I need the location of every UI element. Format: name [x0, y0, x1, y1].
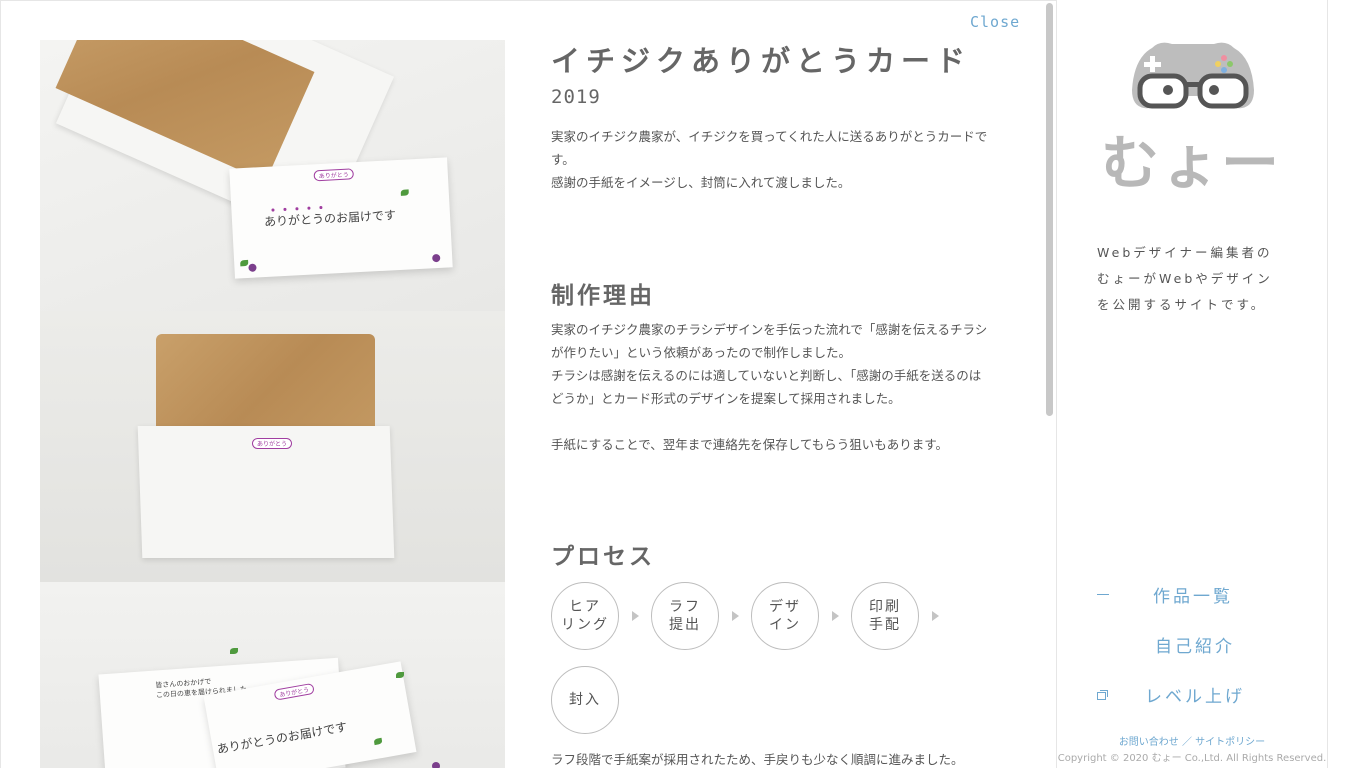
grape-illustration — [432, 253, 441, 263]
thank-you-card: ありがとう ありがとうのお届けです — [229, 157, 453, 279]
work-year: 2019 — [551, 86, 601, 108]
photo-envelope: ありがとう — [40, 311, 505, 582]
reason-heading: 制作理由 — [551, 283, 655, 309]
reason-text: 実家のイチジク農家のチラシデザインを手伝った流れで「感謝を伝えるチラシ が作りた… — [551, 318, 1021, 456]
leaf-illustration — [396, 672, 404, 678]
nav-item-level-up[interactable]: レベル上げ — [1097, 682, 1297, 708]
envelope-tag: ありがとう — [252, 438, 293, 449]
tagline-line: を公開するサイトです。 — [1097, 297, 1267, 312]
card-message: ありがとうのお届けです — [215, 719, 349, 757]
process-step-printing: 印刷 手配 — [851, 582, 919, 650]
card-dot — [295, 207, 299, 211]
reason-line: が作りたい」という依頼があったので制作しました。 — [551, 345, 852, 360]
card-dot — [319, 205, 323, 210]
intro-line: 感謝の手紙をイメージし、封筒に入れて渡しました。 — [551, 175, 851, 190]
process-step-design: デザ イン — [751, 582, 819, 650]
nav-label: 自己紹介 — [1155, 637, 1235, 657]
process-heading: プロセス — [551, 544, 655, 570]
photo-gallery: ありがとう ありがとうのお届けです ありがとう 皆さんのおかげで この日の恵を届… — [40, 40, 505, 768]
card-dot — [283, 207, 287, 211]
reason-line — [551, 410, 1021, 433]
reason-line: 実家のイチジク農家のチラシデザインを手伝った流れで「感謝を伝えるチラシ — [551, 322, 988, 337]
intro-line: す。 — [551, 152, 575, 167]
step-label: 印刷 手配 — [869, 599, 901, 633]
process-step-enclose: 封入 — [551, 666, 619, 734]
copyright: Copyright © 2020 むょー Co.,Ltd. All Rights… — [1057, 753, 1327, 764]
leaf-illustration — [400, 189, 409, 196]
reason-line: チラシは感謝を伝えるのには適していないと判断し、「感謝の手紙を送るのは — [551, 368, 982, 383]
leaf-illustration — [373, 737, 383, 746]
tagline-line: Webデザイナー編集者の — [1097, 245, 1273, 260]
process-step-rough: ラフ 提出 — [651, 582, 719, 650]
intro-line: 実家のイチジク農家が、イチジクを買ってくれた人に送るありがとうカードで — [551, 129, 988, 144]
site-tagline: Webデザイナー編集者の むょーがWebやデザイン を公開するサイトです。 — [1097, 240, 1297, 318]
nav-item-profile[interactable]: 自己紹介 — [1097, 632, 1297, 658]
card-tag: ありがとう — [273, 682, 315, 701]
step-label: ヒア リング — [561, 599, 609, 633]
nav-item-works[interactable]: 作品一覧 — [1097, 582, 1297, 608]
leaf-illustration — [230, 648, 238, 654]
work-title: イチジクありがとうカード — [551, 44, 972, 78]
dash-icon — [1097, 594, 1109, 595]
process-arrow — [632, 611, 639, 621]
process-step-hearing: ヒア リング — [551, 582, 619, 650]
work-intro: 実家のイチジク農家が、イチジクを買ってくれた人に送るありがとうカードで す。 感… — [551, 125, 1021, 194]
mascot-logo-icon[interactable] — [1130, 40, 1256, 120]
close-button[interactable]: Close — [970, 13, 1020, 31]
leaf-illustration — [240, 259, 249, 267]
scrollbar[interactable] — [1044, 0, 1056, 768]
scrollbar-thumb[interactable] — [1046, 3, 1053, 416]
card-dot — [307, 206, 311, 210]
nav-label: レベル上げ — [1145, 687, 1245, 707]
window-icon — [1097, 690, 1108, 700]
reason-line: どうか」とカード形式のデザインを提案して採用されました。 — [551, 391, 901, 406]
step-label: 封入 — [569, 692, 601, 708]
tagline-line: むょーがWebやデザイン — [1097, 271, 1273, 286]
sidebar: むょー Webデザイナー編集者の むょーがWebやデザイン を公開するサイトです… — [1056, 0, 1328, 768]
process-arrow — [832, 611, 839, 621]
reason-line: 手紙にすることで、翌年まで連絡先を保存してもらう狙いもあります。 — [551, 437, 949, 452]
step-label: ラフ 提出 — [669, 599, 701, 633]
card-tag: ありがとう — [313, 168, 355, 182]
step-label: デザ イン — [769, 599, 801, 633]
card-dot — [271, 208, 275, 212]
process-arrow — [732, 611, 739, 621]
photo-card-with-envelope: ありがとう ありがとうのお届けです — [40, 40, 505, 311]
site-logo-text[interactable]: むょー — [1101, 128, 1281, 198]
process-arrow — [932, 611, 939, 621]
footer-links[interactable]: お問い合わせ ／ サイトポリシー — [1057, 733, 1327, 748]
nav-label: 作品一覧 — [1153, 587, 1233, 607]
photo-card-spread: 皆さんのおかげで この日の恵を届けられました ありがとう ありがとうのお届けです — [40, 582, 505, 768]
grape-illustration — [248, 263, 257, 272]
grape-illustration — [432, 762, 440, 768]
